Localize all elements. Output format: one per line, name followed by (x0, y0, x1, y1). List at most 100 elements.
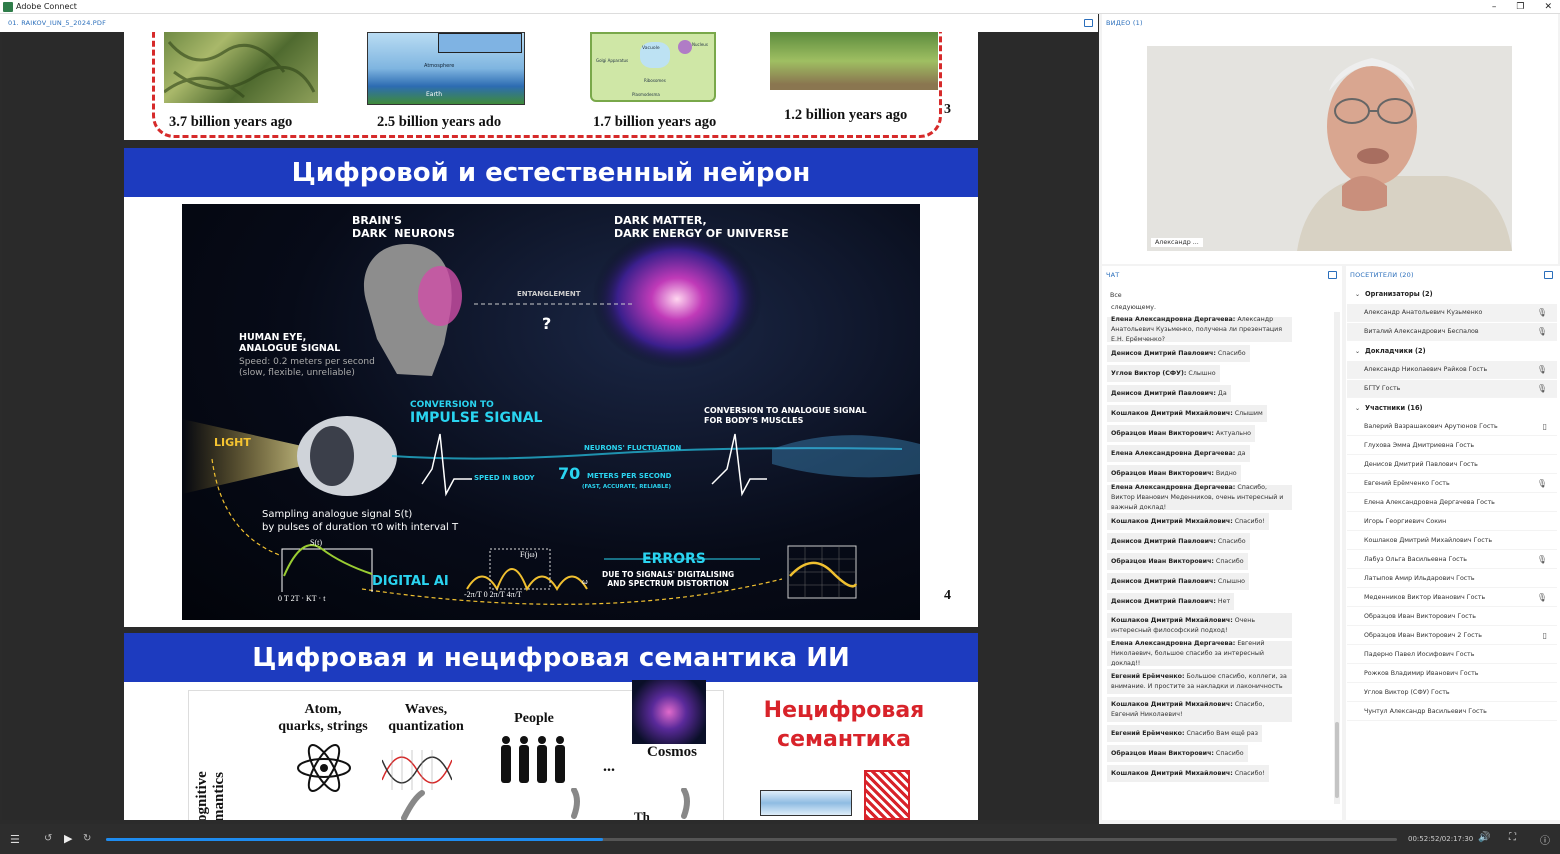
chat-pod-header: ЧАТ (1102, 266, 1342, 284)
attendee-row[interactable]: Глухова Эмма Дмитриевна Гость (1347, 437, 1557, 455)
chat-message-body: Слышно (1186, 369, 1216, 377)
chat-message-author: Углов Виктор (СФУ): (1111, 369, 1187, 377)
fullscreen-icon[interactable]: ⛶ (1509, 832, 1516, 843)
attendees-pod-maximize-icon[interactable] (1544, 271, 1553, 279)
attendee-name: БГТУ Гость (1364, 385, 1401, 392)
attendee-row[interactable]: Елена Александровна Дергачева Гость (1347, 494, 1557, 512)
attendee-row[interactable]: Александр Николаевич Райков Гость 🎙 (1347, 361, 1557, 379)
attendee-row[interactable]: Виталий Александрович Беспалов 🎙 (1347, 323, 1557, 341)
chat-message-body: Спасибо (1215, 349, 1246, 357)
chat-message: Денисов Дмитрий Павлович: Да (1107, 385, 1231, 402)
chat-message-body: Спасибо Вам ещё раз (1184, 729, 1258, 737)
chat-message-text: Елена Александровна Дергачева: Спасибо, … (1111, 483, 1288, 513)
attendee-group[interactable]: ⌄ Докладчики (2) (1347, 342, 1557, 360)
chat-filter-tab[interactable]: Все (1110, 292, 1122, 299)
caption-1: 3.7 billion years ago (169, 114, 293, 130)
chat-message-body: Актуально (1213, 429, 1251, 437)
attendee-row[interactable]: Евгений Ерёмченко Гость 🎙 (1347, 475, 1557, 493)
rewind-icon[interactable]: ↺ (44, 833, 52, 844)
neuron-infographic: BRAIN'S DARK NEURONS DARK MATTER, DARK E… (182, 204, 920, 620)
analogue-conversion-label: CONVERSION TO ANALOGUE SIGNAL FOR BODY'S… (704, 406, 867, 425)
attendee-group-label: Участники (16) (1365, 404, 1423, 412)
chat-message-text: Денисов Дмитрий Павлович: Да (1111, 389, 1227, 399)
video-pod-title: ВИДЕО (1) (1106, 19, 1143, 27)
attendee-row[interactable]: Лабуз Ольга Васильевна Гость 🎙 (1347, 551, 1557, 569)
chat-message-text: Кошлаков Дмитрий Михайлович: Слышим (1111, 409, 1263, 419)
arrow-strokes (401, 788, 690, 820)
chat-message: Денисов Дмитрий Павлович: Нет (1107, 593, 1235, 610)
stromatolite-image (163, 32, 318, 103)
attendee-row[interactable]: Игорь Георгиевич Сокин (1347, 513, 1557, 531)
chat-message-text: Елена Александровна Дергачева: Евгений Н… (1111, 639, 1288, 669)
attendee-row[interactable]: Валерий Вазрашакович Арутюнов Гость ▯ (1347, 418, 1557, 436)
chat-scrollbar-thumb[interactable] (1335, 722, 1339, 798)
attendee-name: Виталий Александрович Беспалов (1364, 328, 1479, 335)
impulse-wave-2 (711, 433, 767, 497)
attendee-row[interactable]: Углов Виктор (СФУ) Гость (1347, 684, 1557, 702)
dark-matter-label: DARK MATTER, DARK ENERGY OF UNIVERSE (614, 214, 789, 240)
share-pod-fullscreen-icon[interactable] (1084, 19, 1093, 27)
chat-message: Евгений Ерёмченко: Большое спасибо, колл… (1107, 669, 1292, 694)
speed-value: 70 (558, 464, 581, 483)
play-icon[interactable]: ▶ (64, 832, 72, 845)
algae-image (770, 32, 938, 90)
attendee-name: Падерно Павел Иосифович Гость (1364, 651, 1475, 658)
window-title: Adobe Connect (16, 2, 77, 11)
chat-message: Елена Александровна Дергачева: Спасибо, … (1107, 483, 1292, 513)
attendee-group-label: Организаторы (2) (1365, 290, 1433, 298)
attendee-row[interactable]: БГТУ Гость 🎙 (1347, 380, 1557, 398)
caption-4: 1.2 billion years ago (784, 107, 908, 123)
ribosomes-label: Ribosomes (644, 78, 666, 83)
chat-message-author: Елена Александровна Дергачева: (1111, 449, 1236, 457)
attendee-row[interactable]: Александр Анатольевич Кузьменко 🎙 (1347, 304, 1557, 322)
menu-icon[interactable]: ☰ (10, 833, 20, 846)
chat-message-author: Кошлаков Дмитрий Михайлович: (1111, 700, 1233, 708)
attendee-row[interactable]: Образцов Иван Викторович 2 Гость ▯ (1347, 627, 1557, 645)
plasmodesma-label: Plasmodesma (632, 92, 660, 97)
chat-message-body: Слышим (1232, 409, 1263, 417)
attendee-row[interactable]: Меденников Виктор Иванович Гость 🎙 (1347, 589, 1557, 607)
red-structure-image (864, 770, 910, 820)
chat-message-body: Видно (1213, 469, 1237, 477)
chat-pod-maximize-icon[interactable] (1328, 271, 1337, 279)
attendee-row[interactable]: Кошлаков Дмитрий Михайлович Гость (1347, 532, 1557, 550)
errors-label: ERRORS (642, 551, 706, 567)
info-icon[interactable]: ⓘ (1540, 832, 1550, 847)
attendee-row[interactable]: Латыпов Амир Ильдарович Гость (1347, 570, 1557, 588)
chat-message: Елена Александровна Дергачева: да (1107, 445, 1250, 462)
chevron-down-icon[interactable]: ⌄ (1355, 291, 1360, 298)
attendees-pod-title: ПОСЕТИТЕЛИ (20) (1350, 271, 1414, 279)
caption-3: 1.7 billion years ago (593, 114, 717, 130)
forward-icon[interactable]: ↻ (83, 833, 91, 844)
conversion-label: CONVERSION TO (410, 400, 494, 410)
chat-message-text: Елена Александровна Дергачева: Александр… (1111, 315, 1288, 345)
cognitive-semantics-label: ognitive mantics (194, 771, 227, 820)
attendee-row[interactable]: Чунтул Александр Васильевич Гость (1347, 703, 1557, 721)
attendee-row[interactable]: Образцов Иван Викторович Гость (1347, 608, 1557, 626)
chat-message-text: Образцов Иван Викторович: Видно (1111, 469, 1237, 479)
volume-icon[interactable]: 🔊 (1478, 832, 1490, 843)
restore-button[interactable]: ❐ (1516, 2, 1524, 12)
attendee-group[interactable]: ⌄ Организаторы (2) (1347, 285, 1557, 303)
chevron-down-icon[interactable]: ⌄ (1355, 348, 1360, 355)
share-pod-content: Earth Atmosphere Vacuole Golgi Apparatus… (2, 32, 1096, 820)
close-button[interactable]: ✕ (1544, 2, 1552, 12)
attendee-name: Углов Виктор (СФУ) Гость (1364, 689, 1450, 696)
digital-ai-label: DIGITAL AI (372, 574, 449, 589)
attendee-row[interactable]: Падерно Павел Иосифович Гость (1347, 646, 1557, 664)
chevron-down-icon[interactable]: ⌄ (1355, 405, 1360, 412)
minimize-button[interactable]: – (1492, 2, 1497, 12)
slide5-title: Цифровая и нецифровая семантика ИИ (124, 633, 978, 682)
attendee-row[interactable]: Денисов Дмитрий Павлович Гость (1347, 456, 1557, 474)
impulse-signal-label: IMPULSE SIGNAL (410, 410, 543, 426)
chat-message-author: Елена Александровна Дергачева: (1111, 639, 1236, 647)
chat-scrollbar[interactable] (1334, 312, 1340, 804)
chat-message: Кошлаков Дмитрий Михайлович: Спасибо! (1107, 765, 1269, 782)
omega-label: ω (582, 578, 588, 586)
attendee-row[interactable]: Рожков Владимир Иванович Гость (1347, 665, 1557, 683)
people-icon (501, 736, 565, 783)
chat-message-body: Нет (1215, 597, 1231, 605)
frequency-axis-label: -2π/T 0 2π/T 4π/T (464, 590, 522, 599)
stromatolite-texture (163, 41, 316, 99)
attendee-group[interactable]: ⌄ Участники (16) (1347, 399, 1557, 417)
